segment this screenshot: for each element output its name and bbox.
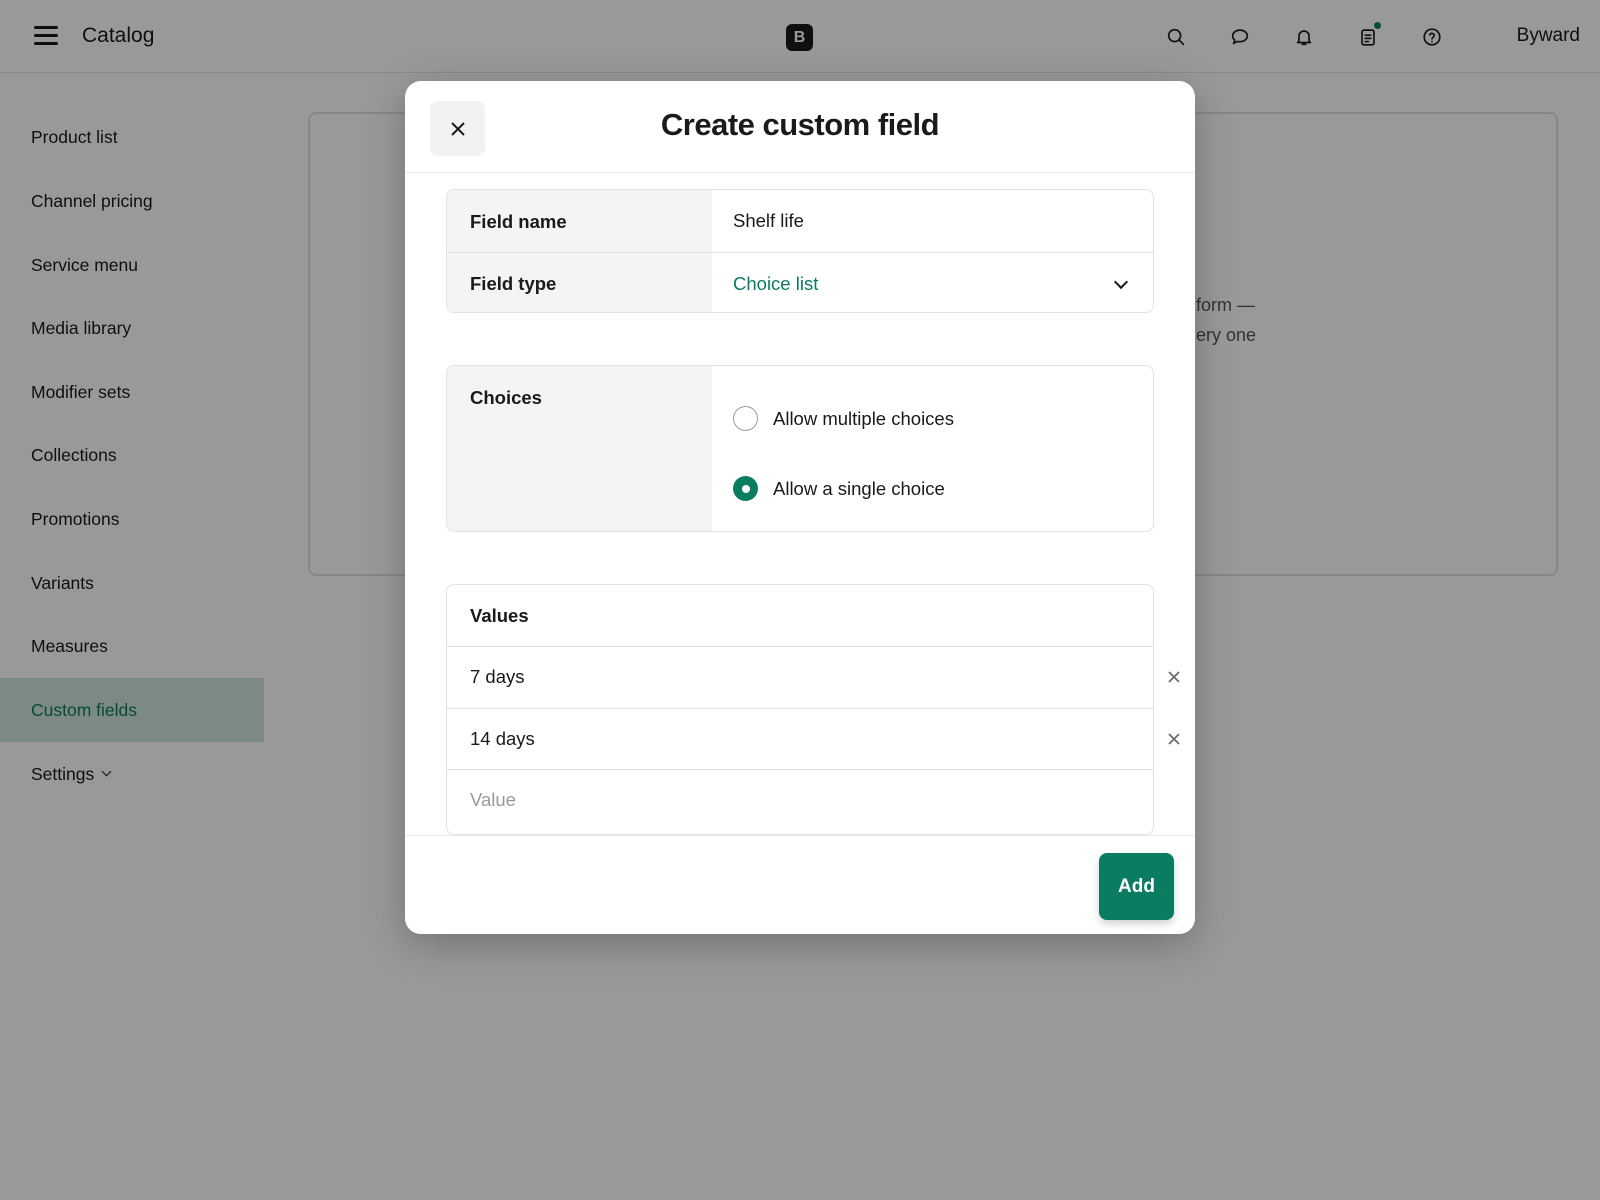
value-input[interactable] <box>470 728 1070 750</box>
remove-value-button[interactable] <box>1167 732 1183 748</box>
field-name-row: Field name <box>447 190 1153 252</box>
dialog-title: Create custom field <box>660 107 940 142</box>
values-group: Values <box>446 584 1154 835</box>
radio-allow-multiple[interactable]: Allow multiple choices <box>733 406 954 431</box>
dialog-header: Create custom field <box>405 81 1195 173</box>
field-type-row[interactable]: Field type Choice list <box>447 252 1153 312</box>
radio-allow-single[interactable]: Allow a single choice <box>733 476 945 501</box>
close-icon <box>450 121 465 136</box>
field-name-input[interactable] <box>733 210 1153 232</box>
field-type-selected-value[interactable]: Choice list <box>733 273 818 295</box>
new-value-row[interactable] <box>447 769 1153 830</box>
value-input[interactable] <box>470 666 1070 688</box>
radio-button-checked[interactable] <box>733 476 758 501</box>
chevron-down-icon <box>1113 274 1129 290</box>
field-name-label: Field name <box>447 190 712 252</box>
field-type-label: Field type <box>447 253 712 312</box>
value-row[interactable] <box>447 708 1153 769</box>
radio-button-unchecked[interactable] <box>733 406 758 431</box>
radio-label: Allow multiple choices <box>773 407 954 429</box>
values-header: Values <box>470 604 529 626</box>
remove-value-button[interactable] <box>1167 670 1183 686</box>
field-type-select[interactable]: Choice list <box>712 253 1153 312</box>
create-custom-field-dialog: Create custom field Field name Field typ… <box>405 81 1195 934</box>
close-icon <box>1168 671 1180 683</box>
value-row[interactable] <box>447 646 1153 707</box>
close-button[interactable] <box>430 101 485 156</box>
new-value-input[interactable] <box>470 789 1070 811</box>
add-button[interactable]: Add <box>1099 853 1174 920</box>
choices-label: Choices <box>447 366 712 531</box>
radio-label: Allow a single choice <box>773 477 945 499</box>
close-icon <box>1168 733 1180 745</box>
choices-group: Choices Allow multiple choices Allow a s… <box>446 365 1154 532</box>
field-name-value-cell[interactable] <box>712 190 1153 252</box>
field-basics-group: Field name Field type Choice list <box>446 189 1154 313</box>
dialog-footer: Add <box>405 835 1195 934</box>
